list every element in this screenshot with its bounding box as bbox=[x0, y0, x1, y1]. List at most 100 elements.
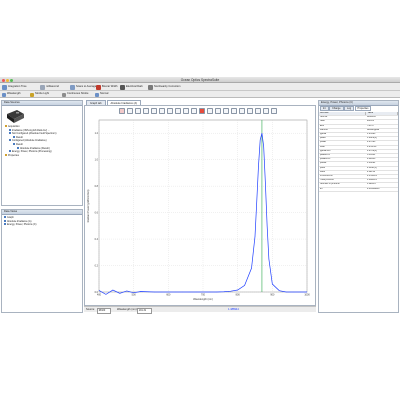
data-views-list: Graph Absolute Irradiance (A) Energy, Powe… bbox=[4, 216, 82, 227]
properties-tab[interactable]: Properties bbox=[354, 106, 372, 111]
tree-item[interactable]: Result bbox=[13, 135, 23, 139]
y-tick-label: 0.4 bbox=[95, 238, 99, 241]
tree-item[interactable]: Result bbox=[13, 143, 23, 146]
zoom-box-icon[interactable] bbox=[150, 107, 158, 115]
nonlinear-icon bbox=[148, 84, 153, 90]
close-window-icon[interactable] bbox=[2, 78, 5, 82]
property-value: 4.34181E+0 bbox=[365, 187, 398, 192]
clock-icon bbox=[2, 84, 7, 90]
x-tick-label: 800 bbox=[236, 293, 241, 296]
y-tick-label: 1.2 bbox=[95, 132, 99, 135]
zoom-window-icon[interactable] bbox=[10, 78, 13, 82]
tree-item[interactable]: Not Configured (Absolute Field Spectrum) bbox=[9, 132, 56, 135]
toolbar2-button-label: Wavelength bbox=[7, 92, 21, 96]
continuous-strobe-icon bbox=[62, 92, 66, 97]
graph-pane: 400 500 600 700 800 900 1000 0.0 0.2 0.4 0.6 0.8 1.0… bbox=[84, 105, 316, 306]
zoom-in-icon[interactable] bbox=[134, 107, 142, 115]
tree-item[interactable]: Absolute Irradiance (Result) bbox=[17, 146, 50, 150]
minimize-window-icon[interactable] bbox=[6, 78, 9, 82]
node-icon bbox=[17, 146, 19, 149]
graph-status-bar: Source: RI020 Wavelength (nm): 191.31 1.… bbox=[84, 306, 316, 314]
cursor-readout: 1.488944 bbox=[228, 308, 239, 311]
boxcar-icon bbox=[96, 84, 101, 90]
properties-tab[interactable]: Change bbox=[329, 106, 344, 111]
data-view-label: Graph bbox=[7, 216, 14, 219]
x-tick-label: 500 bbox=[132, 293, 137, 296]
zoom-out-icon[interactable] bbox=[142, 107, 150, 115]
time-unit-icon bbox=[40, 84, 45, 90]
marker-icon[interactable] bbox=[182, 107, 190, 115]
main-toolbar: Integration Time millisecond Scans to Aver… bbox=[0, 83, 400, 91]
node-icon bbox=[9, 150, 11, 153]
toolbar2-button-3[interactable]: Normal bbox=[95, 92, 108, 98]
toolbar2-button-2[interactable]: Continuous Strobe bbox=[62, 92, 89, 98]
fit-icon[interactable] bbox=[166, 107, 174, 115]
mode-icon bbox=[95, 92, 99, 97]
toolbar-button-label: Nonlinearity Correction bbox=[154, 84, 181, 88]
properties-table: Attribute Value Source RI02081 Start 200.24 E… bbox=[319, 112, 398, 192]
toolbar-button-label: Electrical Dark bbox=[126, 84, 143, 88]
window-title: Ocean Optics SpectraSuite bbox=[180, 78, 220, 82]
toolbar-button-2[interactable]: Scans to Average bbox=[70, 84, 96, 90]
properties-tabs: Int Change Log Properties bbox=[320, 106, 372, 111]
toolbar-button-3[interactable]: Boxcar Width bbox=[96, 84, 117, 90]
properties-table-wrap: Attribute Value Source RI02081 Start 200.24 E… bbox=[319, 112, 398, 192]
export-icon[interactable] bbox=[222, 107, 230, 115]
peak-icon[interactable] bbox=[190, 107, 198, 115]
grid-icon[interactable] bbox=[238, 107, 246, 115]
toolbar-button-1[interactable]: millisecond bbox=[40, 84, 59, 90]
toolbar2-button-label: Strobe Light bbox=[35, 92, 49, 96]
data-view-item[interactable]: Energy, Power, Photons (C) bbox=[4, 223, 82, 227]
toolbar2-button-label: Continuous Strobe bbox=[67, 92, 89, 96]
cursor-icon[interactable] bbox=[174, 107, 182, 115]
toolbar-button-4[interactable]: Electrical Dark bbox=[120, 84, 143, 90]
settings-icon[interactable] bbox=[230, 107, 238, 115]
wavelength-input[interactable]: 191.31 bbox=[137, 307, 152, 314]
tree-item[interactable]: Properties bbox=[5, 153, 19, 157]
tree-item[interactable]: Energy, Power, Photons (Processing) bbox=[9, 150, 52, 153]
properties-tab[interactable]: Log bbox=[344, 106, 355, 111]
tree-item-label: Irradiance (ISIS-ing EX-Dark-Inv) ... bbox=[12, 128, 50, 132]
toolbar-button-0[interactable]: Integration Time bbox=[2, 84, 27, 90]
data-sources-panel: Data Sources Acquisition Irradiance (ISIS… bbox=[1, 100, 83, 206]
refresh-icon[interactable] bbox=[254, 107, 262, 115]
overlay-icon[interactable] bbox=[198, 107, 206, 115]
pan-icon[interactable] bbox=[158, 107, 166, 115]
scale-icon[interactable] bbox=[214, 107, 222, 115]
tree-item[interactable]: Irradiance (ISIS-ing EX-Dark-Inv) ... bbox=[9, 128, 50, 132]
graph-toolbar bbox=[119, 107, 278, 115]
source-select[interactable]: RI020 bbox=[97, 307, 111, 314]
data-sources-tree: Acquisition Irradiance (ISIS-ing EX-Dark-… bbox=[2, 125, 84, 185]
toolbar-button-label: millisecond bbox=[46, 84, 59, 88]
spectrometer-device-icon bbox=[5, 109, 25, 124]
x-tick-label: 400 bbox=[97, 293, 102, 296]
dark-icon bbox=[120, 84, 125, 90]
info-icon[interactable] bbox=[262, 107, 270, 115]
folder-icon bbox=[5, 153, 7, 156]
y-tick-label: 1.0 bbox=[95, 158, 99, 161]
tree-item-label: Not Configured (Absolute Field Spectrum) bbox=[12, 132, 57, 136]
toolbar2-button-1[interactable]: Strobe Light bbox=[30, 92, 49, 98]
x-axis-label: Wavelength (nm) bbox=[193, 297, 213, 301]
toolbar-button-5[interactable]: Nonlinearity Correction bbox=[148, 84, 180, 90]
tree-item-label: Absolute Irradiance (Result) bbox=[20, 146, 50, 150]
print-icon[interactable] bbox=[126, 107, 134, 115]
tree-item[interactable]: Acquisition bbox=[5, 125, 20, 128]
lock-icon[interactable] bbox=[270, 107, 278, 115]
y-axis-label: Radiant Power (µW/cm²/nm) bbox=[86, 189, 90, 222]
view-icon bbox=[4, 216, 6, 218]
wavelength-label: Wavelength (nm): bbox=[117, 308, 138, 311]
tree-item[interactable]: Configured (Absolute Irradiance) bbox=[9, 139, 47, 142]
source-label: Source: bbox=[86, 308, 95, 311]
data-view-label: Absolute Irradiance (A) bbox=[7, 219, 32, 223]
toolbar2-button-0[interactable]: Wavelength bbox=[2, 92, 21, 98]
y-tick-label: 0.2 bbox=[95, 264, 99, 267]
legend-icon[interactable] bbox=[246, 107, 254, 115]
spectrum-chart[interactable]: 400 500 600 700 800 900 10000.00.20.40.60.81.0… bbox=[85, 116, 315, 306]
save-icon[interactable] bbox=[119, 107, 126, 115]
copy-icon[interactable] bbox=[206, 107, 214, 115]
properties-tab[interactable]: Int bbox=[320, 106, 329, 111]
node-icon bbox=[13, 135, 15, 138]
properties-row: eV 4.34181E+0 bbox=[319, 187, 398, 192]
node-icon bbox=[9, 128, 11, 131]
